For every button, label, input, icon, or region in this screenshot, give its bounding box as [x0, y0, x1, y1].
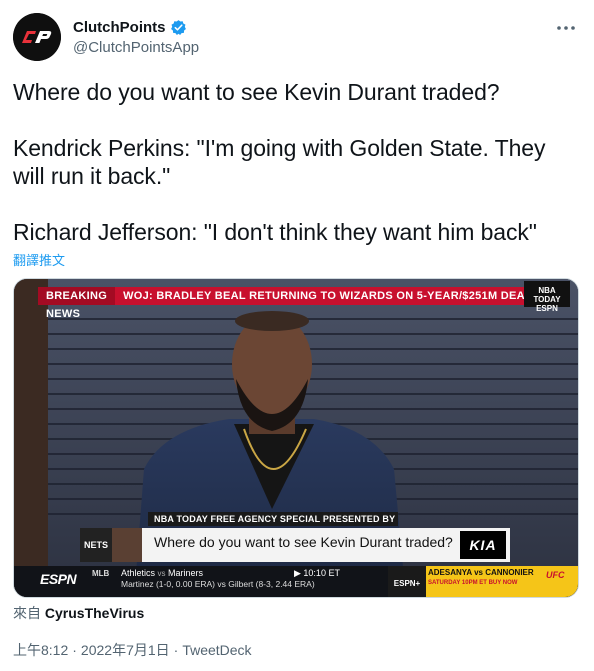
tweet-time[interactable]: 上午8:12 [13, 642, 68, 658]
team-away: Athletics [121, 568, 156, 578]
tweet-paragraph: Where do you want to see Kevin Durant tr… [13, 79, 500, 105]
player-thumbnail [112, 528, 142, 562]
separator: · [72, 642, 77, 658]
more-options-icon[interactable] [555, 21, 577, 35]
logo-line: TODAY [533, 295, 561, 304]
tweet-date[interactable]: 2022年7月1日 [81, 642, 170, 658]
espn-plus-logo: ESPN+ [388, 566, 426, 597]
vs-label: vs [157, 569, 166, 578]
team-home: Mariners [168, 568, 204, 578]
pitchers-line: Martinez (1-0, 0.00 ERA) vs Gilbert (8-3… [121, 579, 315, 589]
ticker-headline: WOJ: BRADLEY BEAL RETURNING TO WIZARDS O… [123, 290, 532, 302]
tweet-header: ClutchPoints @ClutchPointsApp [13, 13, 581, 63]
source-name-link[interactable]: CyrusTheVirus [45, 605, 144, 621]
separator: · [173, 642, 179, 658]
author-block: ClutchPoints @ClutchPointsApp [73, 17, 199, 57]
tweet-media-video[interactable]: BREAKING NEWS WOJ: BRADLEY BEAL RETURNIN… [13, 278, 579, 598]
league-label: MLB [92, 569, 110, 578]
source-prefix: 來自 [13, 605, 41, 621]
kia-logo: KIA [460, 531, 506, 559]
clutchpoints-logo [13, 13, 61, 61]
verified-badge-icon [170, 19, 187, 36]
nba-today-logo: NBA TODAY ESPN [524, 281, 570, 313]
nets-logo: NETS [80, 528, 112, 562]
logo-line: NBA [538, 286, 556, 295]
source-attribution: 來自 CyrusTheVirus [13, 603, 144, 623]
game-teams: Athletics vs Mariners [121, 568, 203, 578]
display-name[interactable]: ClutchPoints [73, 19, 166, 36]
tweet-metadata: 上午8:12 · 2022年7月1日 · TweetDeck [13, 640, 252, 660]
logo-line: ESPN [536, 304, 558, 313]
client-app-link[interactable]: TweetDeck [182, 642, 251, 658]
avatar[interactable] [13, 13, 61, 61]
tweet-text: Where do you want to see Kevin Durant tr… [13, 78, 573, 246]
ufc-logo: UFC [546, 570, 565, 580]
tweet-paragraph: Richard Jefferson: "I don't think they w… [13, 219, 537, 245]
espn-logo: ESPN [40, 571, 77, 587]
tweet-paragraph: Kendrick Perkins: "I'm going with Golden… [13, 135, 546, 189]
promo-title: ADESANYA vs CANNONIER [428, 568, 534, 577]
handle[interactable]: @ClutchPointsApp [73, 39, 199, 56]
breaking-news-label: BREAKING NEWS [38, 287, 116, 320]
lower-third-label: NBA TODAY FREE AGENCY SPECIAL PRESENTED … [148, 512, 398, 538]
game-time: ▶ 10:10 ET [294, 568, 340, 578]
lower-third-question: Where do you want to see Kevin Durant tr… [154, 534, 453, 550]
breaking-news-ticker: BREAKING NEWS WOJ: BRADLEY BEAL RETURNIN… [38, 287, 532, 320]
promo-subtitle: SATURDAY 10PM ET BUY NOW [428, 580, 518, 586]
translate-tweet-link[interactable]: 翻譯推文 [13, 250, 65, 269]
